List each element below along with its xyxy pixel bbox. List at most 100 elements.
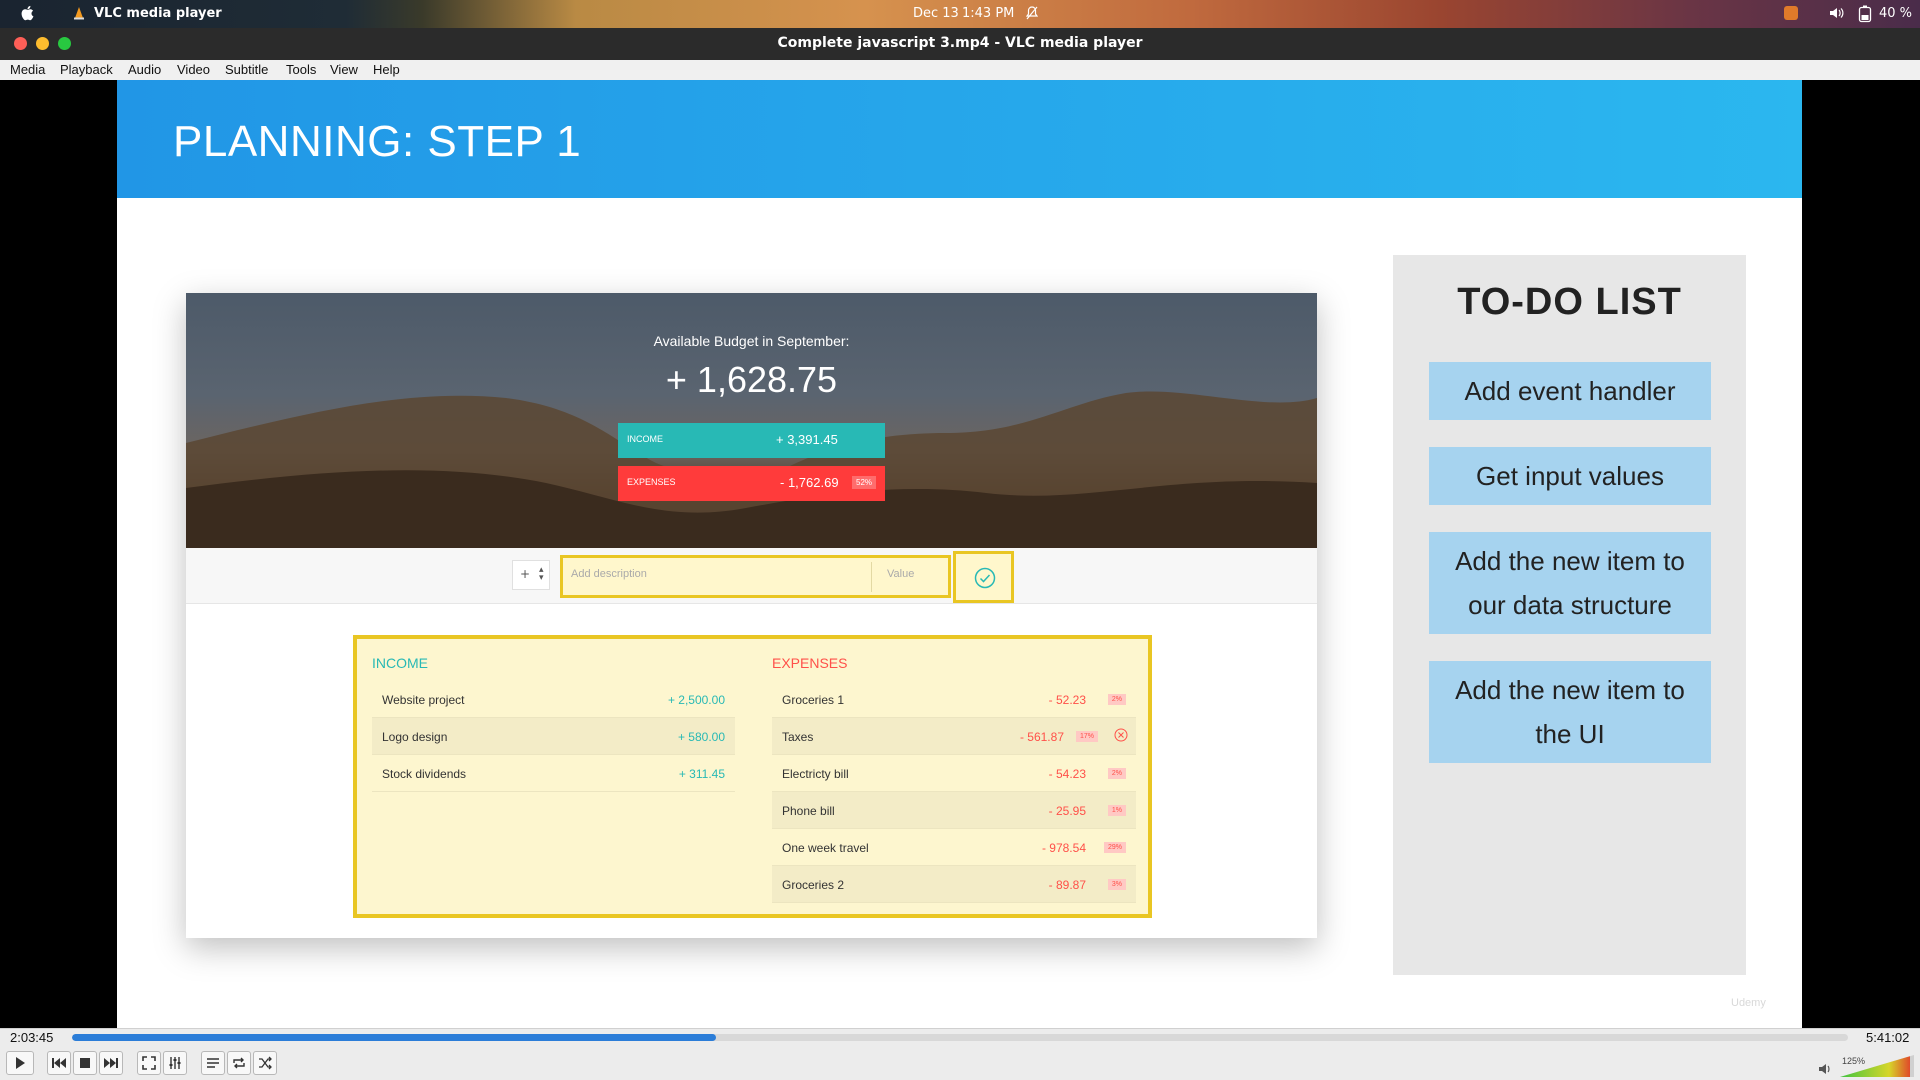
stop-button[interactable] [73,1051,97,1075]
playlist-button[interactable] [201,1051,225,1075]
play-icon [16,1057,25,1069]
expenses-list-title: EXPENSES [772,655,848,671]
volume-slider[interactable] [1840,1055,1914,1077]
skip-back-icon [52,1058,66,1068]
shuffle-icon [259,1056,272,1070]
video-area[interactable]: PLANNING: STEP 1 Available Budget in Sep… [0,80,1920,1028]
todo-item: Get input values [1429,447,1711,505]
menu-playback[interactable]: Playback [60,62,113,77]
equalizer-icon [169,1057,181,1069]
expense-item-amount: - 52.23 [1048,693,1086,707]
fullscreen-button[interactable] [137,1051,161,1075]
expense-item: Taxes - 561.87 17% [772,718,1136,755]
income-expenses-lists: INCOME EXPENSES Website project + 2,500.… [353,635,1152,918]
expense-item: Electricty bill - 54.23 2% [772,755,1136,792]
add-item-row: + ▴ ▾ Add description Value [186,548,1317,604]
previous-button[interactable] [47,1051,71,1075]
value-input: Value [887,568,915,580]
expense-item-name: Groceries 1 [782,693,845,707]
budget-hero: Available Budget in September: + 1,628.7… [186,293,1317,548]
active-app-name[interactable]: VLC media player [94,6,222,21]
budget-value: + 1,628.75 [665,359,838,400]
menu-audio[interactable]: Audio [128,62,161,77]
menu-help[interactable]: Help [373,62,400,77]
menu-tools[interactable]: Tools [286,62,316,77]
loop-button[interactable] [227,1051,251,1075]
income-item-amount: + 580.00 [677,730,725,744]
type-select: + ▴ ▾ [512,560,550,590]
income-summary-value: + 3,391.45 [776,432,838,447]
next-button[interactable] [99,1051,123,1075]
total-time[interactable]: 5:41:02 [1866,1030,1909,1045]
add-button-highlight [953,551,1014,603]
expense-item-percentage: 17% [1075,731,1098,742]
expense-item-percentage: 29% [1103,842,1126,853]
expense-item-amount: - 25.95 [1048,804,1086,818]
playlist-icon [207,1058,219,1068]
menu-media[interactable]: Media [10,62,45,77]
todo-item: Add the new item to our data structure [1429,532,1711,634]
slide-header: PLANNING: STEP 1 [117,80,1802,198]
extended-settings-button[interactable] [163,1051,187,1075]
skip-forward-icon [104,1058,118,1068]
delete-item-icon [1114,728,1128,742]
budget-app-screenshot: Available Budget in September: + 1,628.7… [186,293,1317,938]
play-button[interactable] [6,1051,34,1075]
expense-item: One week travel - 978.54 29% [772,829,1136,866]
menu-subtitle[interactable]: Subtitle [225,62,268,77]
seek-bar[interactable] [72,1034,1848,1041]
expense-item-name: Taxes [782,730,814,744]
elapsed-time[interactable]: 2:03:45 [10,1030,53,1045]
income-item: Website project + 2,500.00 [372,681,735,718]
income-item-name: Website project [382,693,465,707]
todo-title: TO-DO LIST [1457,281,1682,323]
window-title-bar[interactable]: Complete javascript 3.mp4 - VLC media pl… [0,28,1920,60]
expense-item-amount: - 978.54 [1041,841,1086,855]
window-title: Complete javascript 3.mp4 - VLC media pl… [777,35,1143,51]
slide: PLANNING: STEP 1 Available Budget in Sep… [117,80,1802,1028]
volume-icon[interactable] [1818,1063,1832,1075]
battery-icon[interactable] [1858,5,1872,23]
checkmark-circle-icon [974,567,996,589]
hills-background [186,391,1317,548]
fullscreen-icon [142,1056,156,1070]
expense-item: Groceries 2 - 89.87 3% [772,866,1136,903]
expenses-summary-value: - 1,762.69 [780,475,839,490]
expense-item: Groceries 1 - 52.23 2% [772,681,1136,718]
expense-item-amount: - 54.23 [1048,767,1086,781]
seek-bar-progress [72,1034,717,1041]
income-item-name: Stock dividends [382,767,467,781]
expenses-summary: EXPENSES - 1,762.69 52% [618,466,885,501]
expense-item-name: One week travel [782,841,869,855]
macos-menu-bar: VLC media player Dec 13 1:43 PM 40 % [0,0,1920,28]
income-summary-label: INCOME [627,434,663,444]
status-tray-icon[interactable] [1784,6,1798,20]
input-divider [871,562,872,592]
speaker-icon[interactable] [1829,6,1845,20]
expense-item-percentage: 2% [1107,694,1126,705]
income-item-name: Logo design [382,730,448,744]
todo-item: Add the new item to the UI [1429,661,1711,763]
income-item-amount: + 2,500.00 [667,693,725,707]
expenses-summary-label: EXPENSES [627,477,676,487]
menubar-time[interactable]: 1:43 PM [962,6,1014,21]
udemy-watermark: Udemy [1731,997,1766,1009]
menubar-date[interactable]: Dec 13 [913,6,959,21]
shuffle-button[interactable] [253,1051,277,1075]
battery-percentage: 40 % [1879,6,1913,21]
expenses-summary-percentage: 52% [852,476,877,489]
income-item-amount: + 311.45 [678,767,725,781]
player-controls: 2:03:45 5:41:02 125% [0,1028,1920,1080]
notifications-off-icon[interactable] [1026,6,1038,20]
expense-item-name: Electricty bill [782,767,849,781]
vlc-menu-bar: Media Playback Audio Video Subtitle Tool… [0,60,1920,80]
menu-view[interactable]: View [330,62,358,77]
loop-icon [233,1057,245,1069]
income-list-title: INCOME [372,655,428,671]
select-arrows-icon: ▴ ▾ [539,565,544,583]
apple-icon[interactable] [20,4,36,22]
expense-item: Phone bill - 25.95 1% [772,792,1136,829]
income-item: Stock dividends + 311.45 [372,755,735,792]
expense-item-amount: - 89.87 [1048,878,1086,892]
menu-video[interactable]: Video [177,62,210,77]
